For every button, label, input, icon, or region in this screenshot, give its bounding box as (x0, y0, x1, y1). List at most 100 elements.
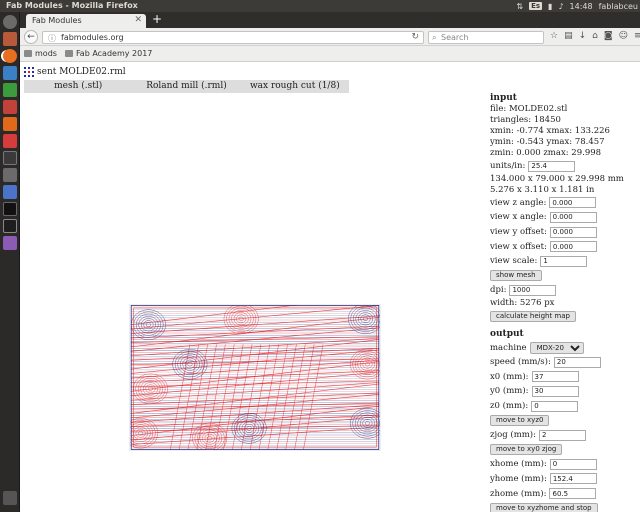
z0-input[interactable] (531, 400, 579, 412)
calc-icon[interactable] (3, 83, 17, 97)
units-input[interactable] (528, 160, 576, 172)
search-input[interactable] (441, 33, 539, 42)
trash-icon[interactable] (3, 491, 17, 505)
folder-icon (24, 50, 32, 57)
view-y-offset-input[interactable] (549, 226, 597, 238)
menu-icon[interactable]: ≡ (634, 31, 640, 41)
show-mesh-button[interactable]: show mesh (490, 270, 542, 282)
xhome-input[interactable] (549, 458, 597, 470)
zhome-input[interactable] (549, 488, 597, 500)
view-z-angle-input[interactable] (549, 197, 597, 209)
url-text[interactable]: fabmodules.org (61, 33, 124, 42)
view-scale-input[interactable] (540, 255, 588, 267)
view-z-row: view z angle: (490, 196, 640, 211)
bookmarks-toolbar: mods Fab Academy 2017 (20, 46, 640, 62)
z0-label: z0 (mm): (490, 401, 529, 412)
z0-row: z0 (mm): (490, 399, 640, 414)
keyboard-layout-indicator[interactable]: Es (529, 2, 543, 10)
size-mm-info: 134.000 x 79.000 x 29.998 mm (490, 173, 624, 184)
new-tab-icon[interactable]: + (152, 13, 162, 25)
settings-panel: input file: MOLDE02.stl triangles: 18450… (490, 93, 640, 512)
move-to-xy0-zjog-button[interactable]: move to xy0 zjog (490, 444, 563, 456)
toolpath-contour-ring (135, 428, 146, 438)
speed-input[interactable] (553, 356, 601, 368)
bookmark-label: mods (35, 49, 57, 58)
view-x-offset-input[interactable] (549, 241, 597, 253)
zjog-input[interactable] (539, 429, 586, 441)
move-to-xyzhome-button[interactable]: move to xyzhome and stop (490, 502, 598, 512)
size-in-info: 5.276 x 3.110 x 1.181 in (490, 184, 595, 195)
folder-icon (64, 50, 73, 57)
pocket-icon[interactable]: ◙ (604, 31, 613, 41)
app-icon-blue[interactable] (3, 185, 17, 199)
dpi-input[interactable] (509, 284, 557, 296)
impress-icon[interactable] (3, 100, 17, 114)
view-x-offset-label: view x offset: (490, 241, 547, 252)
stage-mesh[interactable]: mesh (.stl) (24, 80, 132, 93)
app-icon-grey[interactable] (3, 168, 17, 182)
search-icon: ⌕ (432, 33, 437, 42)
app-icon-purple[interactable] (3, 236, 17, 250)
smiley-icon[interactable]: ☺ (619, 31, 628, 41)
url-bar[interactable]: ⓘ fabmodules.org ↻ (42, 31, 424, 44)
network-icon[interactable]: ⇅ (516, 2, 523, 11)
yhome-row: yhome (mm): (490, 472, 640, 487)
terminal-icon[interactable] (3, 219, 17, 233)
stage-wax-rough-cut[interactable]: wax rough cut (1/8) (241, 80, 349, 93)
toolpath-contour-ring (359, 357, 375, 371)
toolpath-contour-ring (204, 433, 215, 443)
firefox-icon[interactable] (3, 49, 17, 63)
reload-icon[interactable]: ↻ (411, 32, 419, 42)
x0-label: x0 (mm): (490, 371, 529, 382)
search-bar[interactable]: ⌕ (428, 31, 544, 44)
app-icon-dark[interactable] (3, 151, 17, 165)
toolpath-rapid-line (130, 426, 380, 445)
y0-input[interactable] (531, 385, 579, 397)
x0-input[interactable] (531, 371, 579, 383)
toolpath-contour-ring (174, 351, 205, 378)
output-heading: output (490, 329, 524, 340)
z-range-info: zmin: 0.000 zmax: 29.998 (490, 148, 602, 158)
toolbar-icons: ☆ ▤ ↓ ⌂ ◙ ☺ ≡ (550, 31, 640, 41)
xhome-label: xhome (mm): (490, 459, 547, 470)
download-icon[interactable]: ↓ (579, 31, 587, 41)
view-scale-label: view scale: (490, 256, 538, 267)
bookmark-star-icon[interactable]: ☆ (550, 31, 558, 41)
width-info: width: 5276 px (490, 297, 555, 308)
battery-icon[interactable]: ▮ (548, 2, 552, 11)
toolpath-rapid-line (214, 344, 235, 450)
volume-icon[interactable]: ♪ (558, 2, 563, 11)
stage-roland-mill[interactable]: Roland mill (.rml) (132, 80, 240, 93)
app-icon-black[interactable] (3, 202, 17, 216)
bookmark-mods[interactable]: mods (24, 49, 57, 58)
machine-select[interactable]: MDX-20 (529, 341, 584, 354)
bookmark-fab-academy[interactable]: Fab Academy 2017 (64, 49, 152, 58)
back-button[interactable]: ← (24, 30, 38, 44)
zhome-row: zhome (mm): (490, 486, 640, 501)
clock[interactable]: 14:48 (570, 2, 593, 11)
move-xyz0-row: move to xyz0 (490, 413, 640, 428)
writer-icon[interactable] (3, 66, 17, 80)
app-icon-red[interactable] (3, 134, 17, 148)
zjog-label: zjog (mm): (490, 430, 536, 441)
calculate-height-map-button[interactable]: calculate height map (490, 310, 576, 322)
tab-label: Fab Modules (32, 16, 82, 25)
view-z-label: view z angle: (490, 197, 547, 208)
y0-row: y0 (mm): (490, 384, 640, 399)
software-center-icon[interactable] (3, 117, 17, 131)
close-tab-icon[interactable]: ✕ (134, 15, 142, 25)
tab-fab-modules[interactable]: Fab Modules ✕ (26, 14, 146, 28)
web-page: sent MOLDE02.rml mesh (.stl) Roland mill… (21, 63, 640, 512)
window-title: Fab Modules - Mozilla Firefox (6, 1, 138, 10)
yhome-input[interactable] (549, 473, 597, 485)
reader-list-icon[interactable]: ▤ (564, 31, 573, 41)
dash-home-icon[interactable] (3, 15, 17, 29)
user-menu[interactable]: fablabceu (599, 2, 638, 11)
speed-row: speed (mm/s): (490, 355, 640, 370)
view-x-angle-input[interactable] (549, 211, 597, 223)
move-to-xyz0-button[interactable]: move to xyz0 (490, 415, 550, 427)
info-icon[interactable]: ⓘ (48, 33, 56, 44)
yhome-label: yhome (mm): (490, 473, 547, 484)
files-icon[interactable] (3, 32, 17, 46)
home-icon[interactable]: ⌂ (592, 31, 598, 41)
